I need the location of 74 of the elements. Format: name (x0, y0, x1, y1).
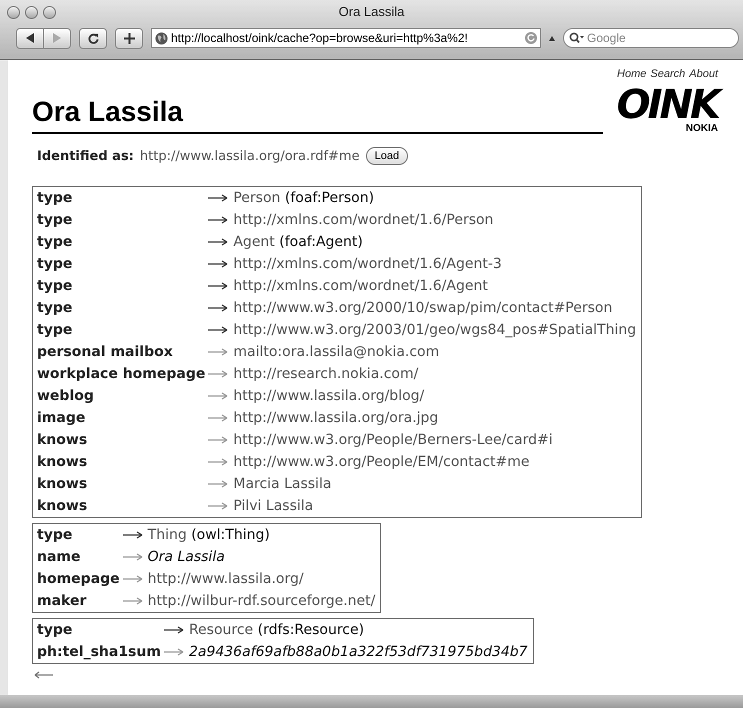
value-link[interactable]: Agent (233, 234, 275, 250)
property-name: type (37, 622, 72, 638)
property-name: type (37, 278, 72, 294)
value-link[interactable]: Resource (188, 622, 254, 638)
forward-arrow-icon (52, 33, 62, 43)
value-link[interactable]: http://www.w3.org/People/EM/contact#me (233, 454, 530, 470)
literal-value: 2a9436af69afb88a0b1a322f53df731975bd34b7 (188, 644, 528, 660)
value-link[interactable]: http://www.lassila.org/ (148, 570, 304, 586)
identified-label: Identified as: (37, 148, 134, 166)
property-name: knows (37, 498, 88, 514)
search-field[interactable]: Google (563, 28, 739, 48)
value-link[interactable]: Thing (148, 526, 187, 542)
value-link[interactable]: http://xmlns.com/wordnet/1.6/Person (233, 212, 494, 228)
qualified-name: (rdfs:Resource) (258, 622, 364, 638)
value-link[interactable]: http://www.w3.org/People/Berners-Lee/card#i (233, 432, 553, 448)
qualified-name: (foaf:Person) (284, 190, 374, 206)
dropdown-caret-icon[interactable] (549, 36, 555, 40)
page-title: Ora Lassila (32, 72, 603, 134)
value-link[interactable]: Marcia Lassila (233, 476, 332, 492)
property-name: type (37, 526, 72, 542)
nav-link[interactable]: Home (617, 66, 646, 82)
property-name: type (37, 322, 72, 338)
back-arrow-icon (25, 33, 35, 43)
logo-subtext: NOKIA (686, 124, 718, 134)
property-name: name (37, 548, 80, 564)
search-icon (569, 32, 585, 44)
close-window-icon[interactable] (7, 6, 20, 18)
stop-loading-icon[interactable] (525, 32, 537, 44)
property-name: type (37, 300, 72, 316)
property-name: maker (37, 592, 86, 608)
back-button[interactable] (16, 28, 44, 48)
add-bookmark-button[interactable] (115, 28, 143, 48)
property-name: workplace homepage (37, 366, 206, 382)
value-link[interactable]: http://xmlns.com/wordnet/1.6/Agent-3 (233, 256, 502, 272)
search-placeholder: Google (587, 30, 626, 47)
url-text: http://localhost/oink/cache?op=browse&uri=http%3a%2! (171, 30, 469, 47)
property-name: homepage (37, 570, 120, 586)
literal-value: Ora Lassila (148, 548, 225, 564)
identity-link[interactable]: http://www.lassila.org/ora.rdf#me (140, 146, 360, 166)
property-name: type (37, 212, 72, 228)
minimize-window-icon[interactable] (25, 6, 38, 18)
plus-icon (124, 32, 134, 44)
window-title: Ora Lassila (338, 3, 404, 22)
value-link[interactable]: Pilvi Lassila (233, 498, 314, 514)
property-name: type (37, 256, 72, 272)
nav-link[interactable]: About (689, 66, 718, 82)
value-link[interactable]: http://www.w3.org/2000/10/swap/pim/contact#Person (233, 300, 612, 316)
property-name: ph:tel_sha1sum (37, 644, 161, 660)
value-link[interactable]: Person (233, 190, 280, 206)
address-field[interactable]: http://localhost/oink/cache?op=browse&uri=http%3a%2! (151, 28, 541, 48)
property-name: knows (37, 476, 88, 492)
qualified-name: (foaf:Agent) (279, 234, 363, 250)
property-name: type (37, 190, 72, 206)
property-name: personal mailbox (37, 344, 173, 360)
back-arrow-icon[interactable] (34, 671, 54, 679)
reload-icon (88, 32, 98, 44)
globe-icon (155, 32, 168, 44)
value-link[interactable]: http://www.lassila.org/blog/ (233, 388, 424, 404)
load-button[interactable]: Load (366, 147, 408, 166)
nav-link[interactable]: Search (650, 66, 686, 82)
value-link[interactable]: http://www.lassila.org/ora.jpg (233, 410, 438, 426)
value-link[interactable]: http://research.nokia.com/ (233, 366, 418, 382)
reload-button[interactable] (79, 28, 107, 48)
property-name: knows (37, 432, 88, 448)
value-link[interactable]: http://wilbur-rdf.sourceforge.net/ (148, 592, 376, 608)
property-name: weblog (37, 388, 94, 404)
property-name: type (37, 234, 72, 250)
value-link[interactable]: mailto:ora.lassila@nokia.com (233, 344, 440, 360)
value-link[interactable]: http://www.w3.org/2003/01/geo/wgs84_pos#SpatialThing (233, 322, 636, 338)
value-link[interactable]: http://xmlns.com/wordnet/1.6/Agent (233, 278, 488, 294)
zoom-window-icon[interactable] (43, 6, 56, 18)
qualified-name: (owl:Thing) (191, 526, 270, 542)
property-name: image (37, 410, 86, 426)
property-name: knows (37, 454, 88, 470)
